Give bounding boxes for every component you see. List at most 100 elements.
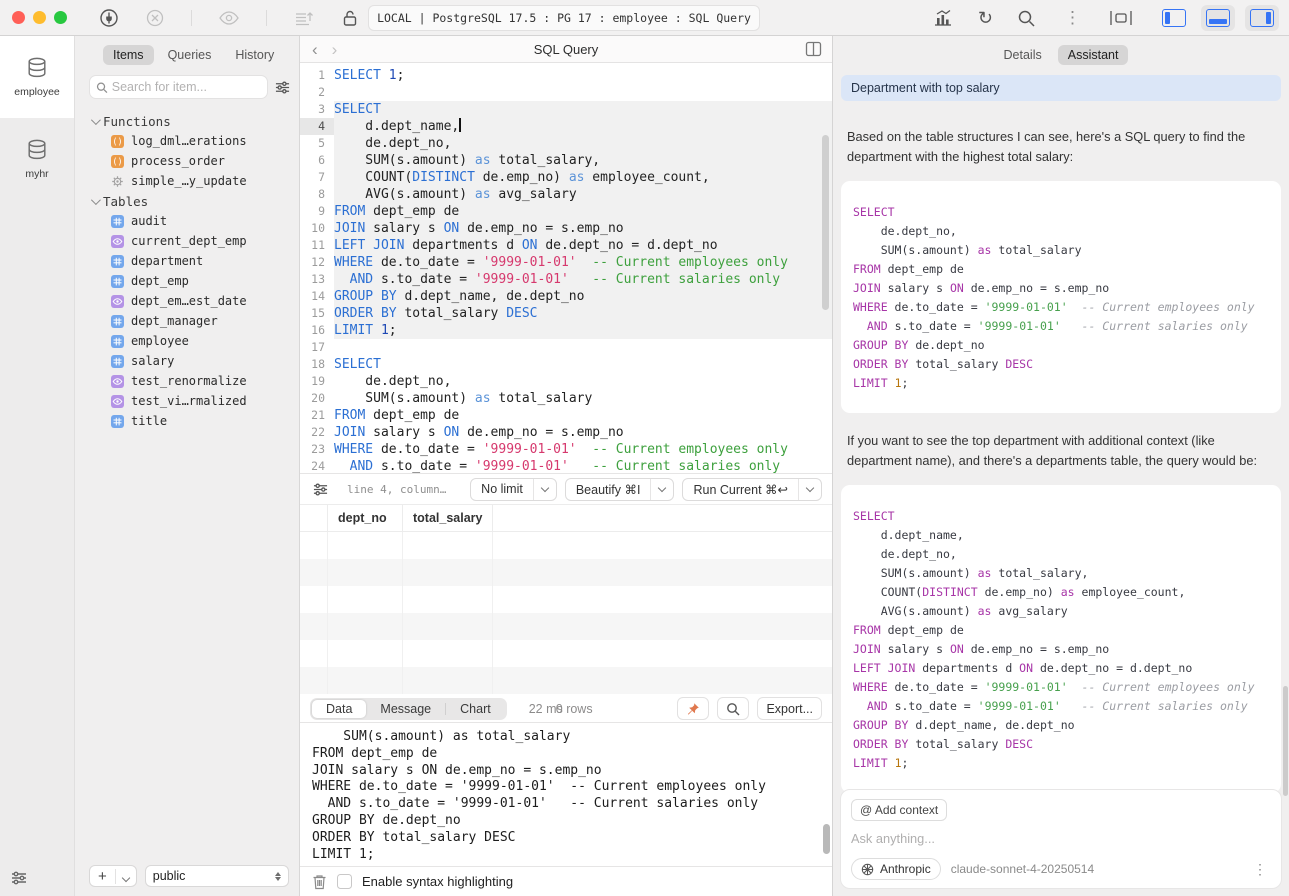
toggle-right-panel-button[interactable] [1245,5,1279,31]
limit-select-value: No limit [471,482,533,496]
connection-title-dropdown[interactable]: LOCAL | PostgreSQL 17.5 : PG 17 : employ… [368,5,760,31]
editor-line-22: 22JOIN salary s ON de.emp_no = s.emp_no [300,424,832,441]
sidebar-item-test-vi-rmalized[interactable]: test_vi…rmalized [75,391,299,411]
sql-editor[interactable]: 1SELECT 1;2 3SELECT4 d.dept_name,5 de.de… [300,63,832,473]
results-grid[interactable]: dept_no total_salary [300,504,832,695]
zoom-window-button[interactable] [54,11,67,24]
sidebar-item-test-renormalize[interactable]: test_renormalize [75,371,299,391]
chevron-down-icon [658,483,666,491]
table-row[interactable] [300,667,832,694]
table-row[interactable] [300,613,832,640]
chart-icon[interactable] [932,8,954,28]
line-number: 8 [300,186,334,203]
toggle-bottom-panel-button[interactable] [1201,5,1235,31]
commit-queue-icon[interactable] [293,8,315,28]
tab-assistant[interactable]: Assistant [1058,45,1129,65]
item-search-field[interactable] [89,75,268,99]
tree-group-tables[interactable]: Tables [75,191,299,211]
assistant-scrollbar[interactable] [1283,686,1288,796]
filter-icon[interactable] [274,80,291,95]
sidebar-item-dept-emp[interactable]: dept_emp [75,271,299,291]
limit-select[interactable]: No limit [470,478,557,501]
tab-details[interactable]: Details [994,45,1052,65]
add-context-button[interactable]: @ Add context [851,799,947,821]
history-scrollbar[interactable] [823,824,830,854]
sidebar-item-log-dml-erations[interactable]: ()log_dml…erations [75,131,299,151]
tab-data[interactable]: Data [312,700,366,718]
editor-line-2: 2 [300,84,832,101]
add-item-button[interactable]: + [89,865,137,887]
preview-eye-icon[interactable] [218,8,240,28]
lock-icon[interactable] [341,8,359,28]
sidebar-item-salary[interactable]: salary [75,351,299,371]
provider-selector[interactable]: Anthropic [851,858,941,880]
editor-scrollbar[interactable] [822,135,829,310]
code-line: GROUP BY de.dept_no [853,336,1269,355]
column-header-dept-no[interactable]: dept_no [328,505,403,531]
run-current-button[interactable]: Run Current ⌘↩ [682,478,822,501]
editor-line-1: 1SELECT 1; [300,67,832,84]
schema-select[interactable]: public [145,865,289,887]
toggle-left-sidebar-button[interactable] [1157,5,1191,31]
sidebar-item-simple-y-update[interactable]: simple_…y_update [75,171,299,191]
sidebar-item-title[interactable]: title [75,411,299,431]
composer-menu-icon[interactable]: ⋮ [1249,861,1271,878]
search-icon[interactable] [1017,9,1036,28]
forward-icon[interactable]: › [332,41,338,58]
tree-group-functions[interactable]: Functions [75,111,299,131]
sidebar-item-dept-em-est-date[interactable]: dept_em…est_date [75,291,299,311]
rail-settings-icon[interactable] [10,870,28,886]
tab-message[interactable]: Message [366,700,445,718]
sidebar-item-dept-manager[interactable]: dept_manager [75,311,299,331]
beautify-button[interactable]: Beautify ⌘I [565,478,675,501]
line-number: 16 [300,322,334,339]
disconnect-icon[interactable] [145,8,165,28]
column-header-total-salary[interactable]: total_salary [403,505,493,531]
tab-chart[interactable]: Chart [446,700,505,718]
tab-items[interactable]: Items [103,45,154,65]
syntax-highlighting-checkbox[interactable] [337,874,352,889]
sidebar-item-employee[interactable]: employee [75,331,299,351]
editor-tabbar: ‹ › SQL Query [300,36,832,63]
split-editor-icon[interactable] [805,41,822,57]
search-input[interactable] [112,80,261,94]
export-button[interactable]: Export... [757,697,822,720]
connection-icon[interactable] [99,8,119,28]
connection-employee[interactable]: employee [0,36,74,118]
table-row[interactable] [300,586,832,613]
query-history-panel[interactable]: SUM(s.amount) as total_salaryFROM dept_e… [300,722,832,866]
connection-myhr[interactable]: myhr [0,118,74,200]
more-options-icon[interactable]: ⋮ [1060,8,1085,28]
sidebar-item-department[interactable]: department [75,251,299,271]
table-row[interactable] [300,559,832,586]
refresh-icon[interactable]: ↻ [978,8,993,29]
ask-anything-input[interactable] [851,831,1271,846]
sidebar-item-process-order[interactable]: ()process_order [75,151,299,171]
assistant-scroll-area[interactable]: Department with top salary Based on the … [833,71,1289,793]
table-row[interactable] [300,532,832,559]
sidebar-item-current-dept-emp[interactable]: current_dept_emp [75,231,299,251]
sidebar-item-audit[interactable]: audit [75,211,299,231]
item-label: title [131,414,167,428]
tab-history[interactable]: History [225,45,284,65]
gear-icon [111,175,124,188]
pin-result-button[interactable] [677,697,709,720]
results-view-switcher: Data Message Chart [310,698,507,720]
trash-icon[interactable] [312,874,327,890]
code-line: WHERE de.to_date = '9999-01-01' -- Curre… [853,678,1269,697]
table-row[interactable] [300,640,832,667]
minimize-window-button[interactable] [33,11,46,24]
tab-queries[interactable]: Queries [158,45,222,65]
search-results-button[interactable] [717,697,749,720]
editor-line-12: 12WHERE de.to_date = '9999-01-01' -- Cur… [300,254,832,271]
close-window-button[interactable] [12,11,25,24]
svg-text:(): () [112,157,122,167]
back-icon[interactable]: ‹ [312,41,318,58]
window-width-icon[interactable] [1109,9,1133,27]
conversation-title[interactable]: Department with top salary [841,75,1281,101]
table-icon [111,215,124,228]
assistant-tabs: Details Assistant [833,36,1289,71]
editor-settings-icon[interactable] [312,482,329,497]
history-line: AND s.to_date = '9999-01-01' -- Current … [312,796,832,813]
chevron-down-icon [91,115,101,125]
